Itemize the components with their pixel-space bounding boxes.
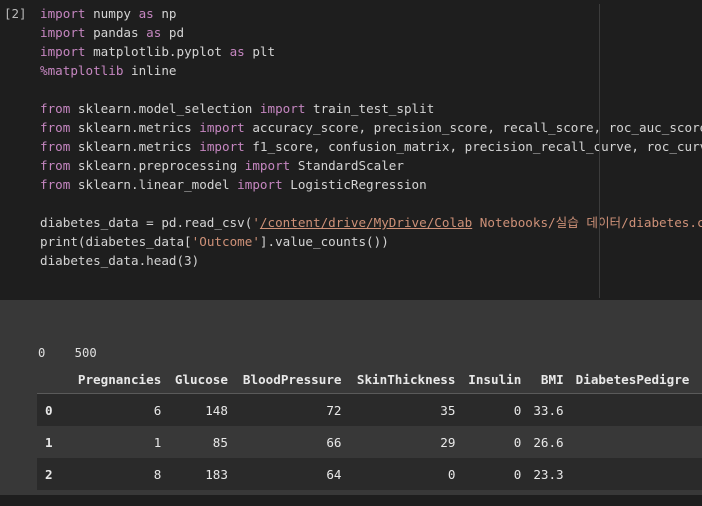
ruler-line <box>599 4 600 298</box>
execution-count: [2] <box>4 6 27 21</box>
code-token: as <box>229 44 245 59</box>
code-token: StandardScaler <box>290 158 404 173</box>
table-cell: 148 <box>205 402 228 418</box>
code-token: import <box>199 139 245 154</box>
code-token: pd <box>161 25 185 40</box>
code-token: from <box>40 158 71 173</box>
code-line: %matplotlib inline <box>40 61 702 80</box>
code-token: import <box>40 25 86 40</box>
code-token: import <box>40 6 86 21</box>
row-index: 1 <box>45 434 53 450</box>
column-header-glucose: Glucose <box>167 365 234 394</box>
table-cell: 29 <box>440 434 456 450</box>
code-token: inline <box>123 63 177 78</box>
code-line: from sklearn.metrics import f1_score, co… <box>40 137 702 156</box>
column-header-insulin: Insulin <box>461 365 528 394</box>
row-index: 0 <box>45 402 53 418</box>
table-cell: 6 <box>153 402 162 418</box>
code-token: from <box>40 120 71 135</box>
code-line: from sklearn.model_selection import trai… <box>40 99 702 118</box>
table-cell: 85 <box>212 434 228 450</box>
table-cell: 0 <box>447 466 456 482</box>
row-index: 2 <box>45 466 53 482</box>
code-token: from <box>40 139 71 154</box>
table-cell: 1 <box>153 434 162 450</box>
table-row: 1 1 85 66 29 0 26.6 <box>37 426 702 458</box>
code-line: import numpy as np <box>40 4 702 23</box>
code-token: print(diabetes_data[ <box>40 234 192 249</box>
table-cell: 35 <box>440 402 456 418</box>
code-token: sklearn.preprocessing <box>70 158 245 173</box>
table-cell: 183 <box>205 466 228 482</box>
table-cell: 66 <box>326 434 342 450</box>
code-token: Notebooks/실습 데이터/diabetes.csv' <box>472 215 702 230</box>
table-cell: 64 <box>326 466 342 482</box>
code-line: from sklearn.metrics import accuracy_sco… <box>40 118 702 137</box>
code-line: from sklearn.linear_model import Logisti… <box>40 175 702 194</box>
code-token: sklearn.metrics <box>70 120 200 135</box>
table-cell: 0 <box>513 434 522 450</box>
column-header-bmi: BMI <box>527 365 570 394</box>
code-line: from sklearn.preprocessing import Standa… <box>40 156 702 175</box>
code-token: diabetes_data = pd.read_csv( <box>40 215 253 230</box>
column-header-pregnancies: Pregnancies <box>61 365 168 394</box>
code-line: diabetes_data.head(3) <box>40 251 702 270</box>
table-cell: 33.6 <box>533 402 564 418</box>
code-token: ].value_counts()) <box>259 234 389 249</box>
code-token: sklearn.metrics <box>70 139 200 154</box>
table-cell: 72 <box>326 402 342 418</box>
code-editor[interactable]: import numpy as np import pandas as pd imp… <box>40 4 702 270</box>
code-token: 'Outcome' <box>191 234 260 249</box>
code-token: sklearn.model_selection <box>70 101 260 116</box>
code-token: plt <box>244 44 276 59</box>
code-token: import <box>40 44 86 59</box>
column-header-diabetespedigree: DiabetesPedigre <box>569 365 702 394</box>
table-cell: 0 <box>513 402 522 418</box>
code-cell[interactable]: [2] import numpy as np import pandas as p… <box>0 0 702 300</box>
code-token: from <box>40 177 71 192</box>
table-cell: 8 <box>153 466 162 482</box>
code-token: sklearn.linear_model <box>70 177 238 192</box>
cell-output: 0 500 1 268 Name: Outcome, dtype: int64 … <box>0 300 702 495</box>
code-token: import <box>237 177 283 192</box>
code-token: matplotlib.pyplot <box>85 44 230 59</box>
table-row: 0 6 148 72 35 0 33.6 <box>37 393 702 427</box>
code-token: numpy <box>85 6 139 21</box>
table-cell <box>570 394 702 427</box>
column-header-bloodpressure: BloodPressure <box>233 365 348 394</box>
code-token: np <box>153 6 177 21</box>
code-token: pandas <box>85 25 147 40</box>
table-cell: 26.6 <box>533 434 564 450</box>
table-cell: 0 <box>513 466 522 482</box>
code-token: from <box>40 101 71 116</box>
code-line: import pandas as pd <box>40 23 702 42</box>
dataframe-table: Pregnancies Glucose BloodPressure SkinTh… <box>37 365 702 490</box>
code-token: import <box>199 120 245 135</box>
table-row: 2 8 183 64 0 0 23.3 <box>37 458 702 490</box>
code-token: LogisticRegression <box>282 177 427 192</box>
output-line: 0 500 <box>38 346 97 360</box>
code-line: diabetes_data = pd.read_csv('/content/dr… <box>40 213 702 232</box>
code-token: train_test_split <box>305 101 435 116</box>
table-cell <box>570 458 702 490</box>
code-token: /content/drive/MyDrive/Colab <box>259 215 473 230</box>
code-token: accuracy_score, precision_score, recall_… <box>244 120 702 135</box>
code-token: %matplotlib <box>40 63 124 78</box>
code-token: import <box>259 101 306 116</box>
code-line: print(diabetes_data['Outcome'].value_cou… <box>40 232 702 251</box>
code-token: diabetes_data.head(3) <box>40 253 200 268</box>
column-header-skinthickness: SkinThickness <box>347 365 462 394</box>
code-token: import <box>244 158 291 173</box>
code-line: import matplotlib.pyplot as plt <box>40 42 702 61</box>
column-header-index <box>37 365 62 394</box>
table-cell <box>570 426 702 458</box>
table-cell: 23.3 <box>533 466 564 482</box>
code-token: as <box>138 6 154 21</box>
code-token: as <box>146 25 162 40</box>
table-header-row: Pregnancies Glucose BloodPressure SkinTh… <box>37 365 702 394</box>
code-token: f1_score, confusion_matrix, precision_re… <box>244 139 702 154</box>
code-token: ' <box>252 215 260 230</box>
